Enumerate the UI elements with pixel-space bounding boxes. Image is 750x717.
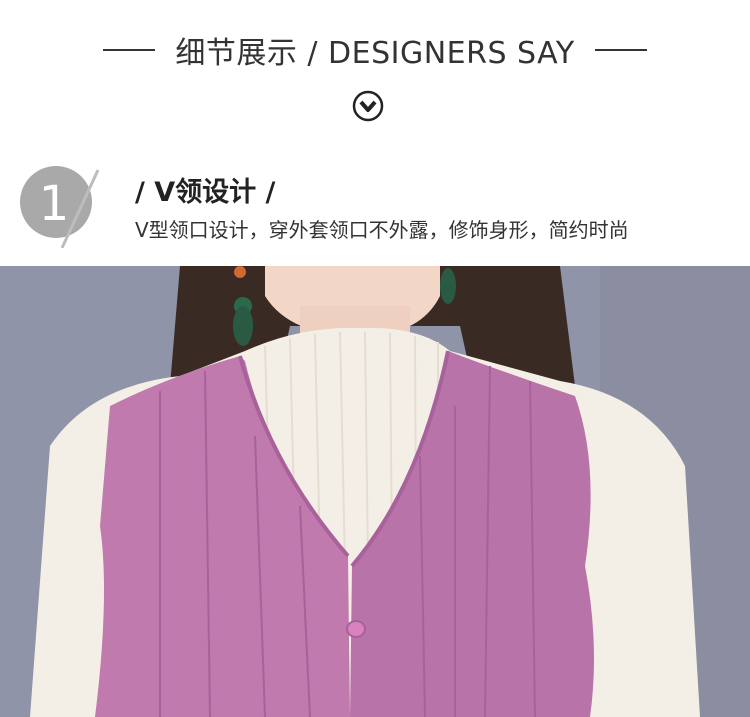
section-title: 细节展示 / DESIGNERS SAY — [175, 36, 575, 71]
number-badge: 1 — [18, 162, 104, 249]
title-rule-left — [103, 49, 156, 51]
title-rule-right — [594, 49, 647, 51]
product-photo-illustration — [0, 266, 750, 717]
product-photo — [0, 266, 750, 717]
number-badge-label: 1 — [39, 176, 70, 232]
chevron-down-circle-icon — [352, 90, 384, 122]
feature-title: / V领设计 / — [135, 177, 276, 208]
feature-description: V型领口设计，穿外套领口不外露，修饰身形，简约时尚 — [135, 218, 629, 242]
section-header: 细节展示 / DESIGNERS SAY — [0, 0, 750, 130]
feature-block: 1 / V领设计 / V型领口设计，穿外套领口不外露，修饰身形，简约时尚 — [0, 160, 750, 250]
title-row: 细节展示 / DESIGNERS SAY — [0, 28, 750, 72]
